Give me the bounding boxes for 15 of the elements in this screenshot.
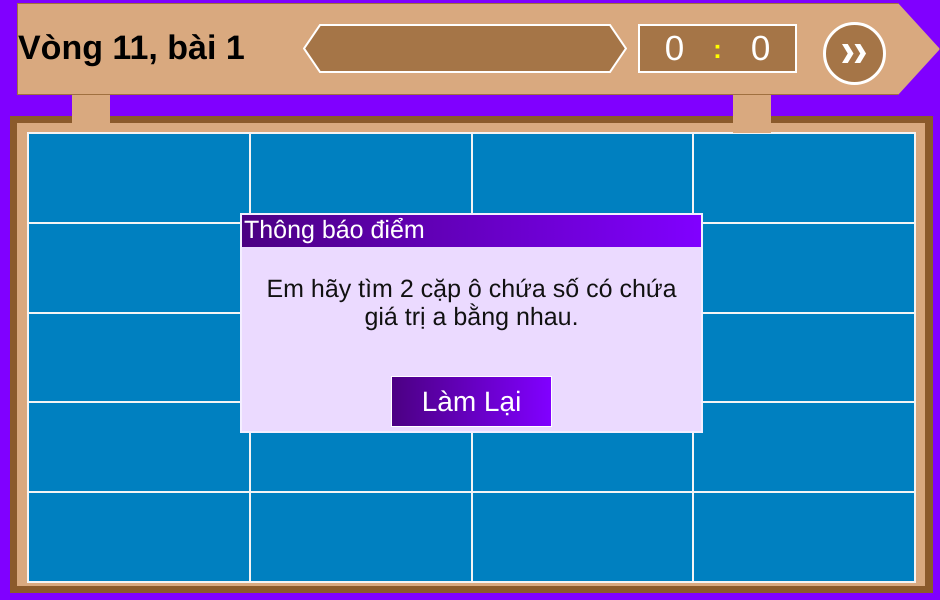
tile[interactable]: [29, 493, 249, 581]
round-title: Vòng 11, bài 1: [18, 28, 246, 69]
retry-button[interactable]: Làm Lại: [391, 376, 552, 427]
tile[interactable]: [472, 493, 692, 581]
dialog-message: Em hãy tìm 2 cặp ô chứa số có chứa giá trị a bằng nhau.: [265, 275, 678, 331]
score-separator: :: [713, 32, 722, 66]
dialog-title: Thông báo điểm: [242, 215, 701, 247]
tile[interactable]: [694, 493, 914, 581]
tile[interactable]: [29, 403, 249, 492]
score-value: 0: [750, 28, 770, 68]
tile[interactable]: [250, 493, 470, 581]
tile[interactable]: [694, 403, 914, 492]
double-chevron-icon: [842, 44, 867, 63]
tile[interactable]: [694, 134, 914, 222]
score-value: 0: [664, 28, 684, 68]
